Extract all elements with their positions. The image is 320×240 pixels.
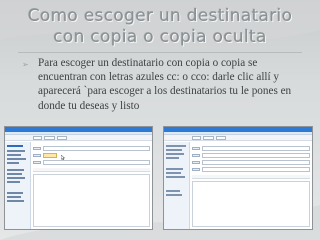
sidebar-item xyxy=(166,168,183,170)
slide-body-text: Para escoger un destinatario con copia o… xyxy=(38,57,292,112)
message-body xyxy=(33,174,150,227)
slide-title: Como escoger un destinatario con copia o… xyxy=(27,6,293,47)
subject-label xyxy=(33,161,41,164)
subject-field xyxy=(202,167,310,172)
save-draft-button xyxy=(203,136,214,140)
sidebar-item xyxy=(7,196,21,198)
compose-toolbar xyxy=(5,135,152,141)
to-label xyxy=(33,147,41,150)
compose-form xyxy=(33,144,150,227)
cc-highlight xyxy=(43,153,57,158)
compose-email-screenshot-left xyxy=(4,126,153,230)
sidebar-item xyxy=(7,192,23,194)
sidebar-item xyxy=(166,153,184,155)
sidebar-item xyxy=(166,190,180,192)
title-divider xyxy=(18,52,302,53)
sidebar-item xyxy=(166,172,181,174)
sidebar-item xyxy=(7,177,25,179)
subject-row xyxy=(33,160,150,165)
sidebar-item xyxy=(7,173,22,175)
save-draft-button xyxy=(44,136,55,140)
folder-sidebar xyxy=(5,142,31,229)
cc-label xyxy=(33,154,41,157)
format-toolbar xyxy=(33,168,150,172)
to-row xyxy=(192,146,310,151)
sidebar-item xyxy=(7,169,24,171)
discard-button xyxy=(216,136,226,140)
to-label xyxy=(192,147,200,150)
subject-field xyxy=(43,160,150,165)
send-button xyxy=(33,136,42,140)
sidebar-item xyxy=(166,157,179,159)
cc-label xyxy=(192,154,200,157)
compose-email-screenshot-right xyxy=(163,126,313,230)
format-toolbar xyxy=(192,175,310,179)
sidebar-item xyxy=(7,200,24,202)
cc-row xyxy=(33,153,150,158)
message-body xyxy=(192,181,310,227)
to-field xyxy=(43,146,150,151)
sidebar-item xyxy=(7,158,26,160)
sidebar-item xyxy=(166,194,182,196)
sidebar-item xyxy=(7,150,25,152)
sidebar-item xyxy=(166,149,182,151)
to-field xyxy=(202,146,310,151)
to-row xyxy=(33,146,150,151)
compose-toolbar xyxy=(164,135,312,141)
bcc-field xyxy=(202,160,310,165)
folder-sidebar xyxy=(164,142,190,229)
compose-form xyxy=(192,144,310,227)
bcc-label xyxy=(192,161,200,164)
send-button xyxy=(192,136,201,140)
sidebar-item xyxy=(166,145,186,147)
sidebar-item xyxy=(7,145,23,147)
sidebar-item xyxy=(7,162,19,164)
cc-field xyxy=(202,153,310,158)
sidebar-item xyxy=(7,154,21,156)
mouse-cursor-icon xyxy=(61,155,65,160)
subject-row xyxy=(192,167,310,172)
sidebar-item xyxy=(166,176,185,178)
subject-label xyxy=(192,168,200,171)
arrow-bullet-icon: ➢ xyxy=(22,60,29,69)
sidebar-item xyxy=(7,181,20,183)
cc-row xyxy=(192,153,310,158)
discard-button xyxy=(57,136,67,140)
bcc-row xyxy=(192,160,310,165)
